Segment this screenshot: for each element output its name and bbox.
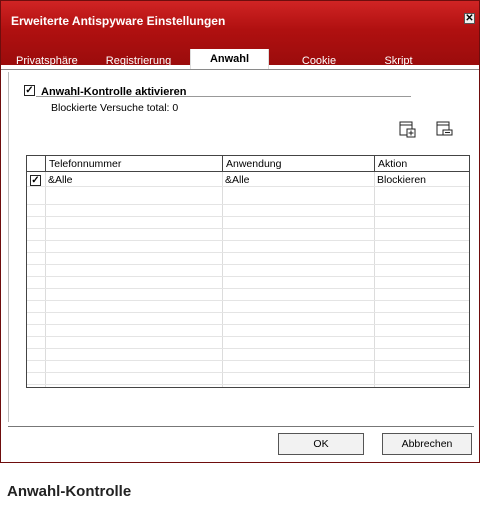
tab-registrierung[interactable]: Registrierung	[96, 55, 181, 69]
tab-divider	[1, 69, 479, 70]
add-entry-icon[interactable]	[398, 120, 416, 138]
section-divider	[36, 96, 411, 97]
settings-window: Erweiterte Antispyware Einstellungen ✕ P…	[0, 0, 480, 463]
table-row	[27, 362, 469, 373]
table-row	[27, 278, 469, 289]
table-row	[27, 218, 469, 229]
remove-entry-icon[interactable]	[435, 120, 453, 138]
cell-application: &Alle	[225, 174, 250, 186]
header-aktion[interactable]: Aktion	[374, 156, 469, 172]
table-row	[27, 290, 469, 301]
tab-privatsphaere[interactable]: Privatsphäre	[16, 55, 78, 69]
dial-rules-table: Telefonnummer Anwendung Aktion ✓ &Alle &…	[26, 155, 470, 388]
enable-dial-control-checkbox[interactable]: ✓	[24, 85, 35, 96]
table-row	[27, 230, 469, 241]
tab-skript[interactable]: Skript	[371, 55, 426, 69]
table-row[interactable]: ✓ &Alle &Alle Blockieren	[27, 174, 469, 187]
table-row	[27, 242, 469, 253]
header-anwendung[interactable]: Anwendung	[222, 156, 374, 172]
page-caption: Anwahl-Kontrolle	[7, 483, 132, 500]
table-row	[27, 338, 469, 349]
window-title: Erweiterte Antispyware Einstellungen	[11, 14, 226, 28]
table-row	[27, 374, 469, 385]
table-row	[27, 326, 469, 337]
table-row	[27, 194, 469, 205]
table-row	[27, 206, 469, 217]
header-telefonnummer[interactable]: Telefonnummer	[45, 156, 222, 172]
close-icon[interactable]: ✕	[464, 13, 475, 24]
table-row	[27, 254, 469, 265]
ok-button[interactable]: OK	[278, 433, 364, 455]
table-row	[27, 302, 469, 313]
cell-phone: &Alle	[48, 174, 73, 186]
tab-anwahl[interactable]: Anwahl	[190, 49, 269, 69]
row-checkbox[interactable]: ✓	[30, 175, 41, 186]
footer-divider	[8, 426, 474, 427]
table-header: Telefonnummer Anwendung Aktion	[27, 156, 469, 172]
header-checkbox-column	[27, 156, 45, 172]
cancel-button[interactable]: Abbrechen	[382, 433, 472, 455]
cell-action: Blockieren	[377, 174, 427, 186]
tab-cookie[interactable]: Cookie	[284, 55, 354, 69]
blocked-attempts-label: Blockierte Versuche total: 0	[51, 102, 179, 114]
table-row	[27, 350, 469, 361]
table-row	[27, 314, 469, 325]
table-row	[27, 266, 469, 277]
